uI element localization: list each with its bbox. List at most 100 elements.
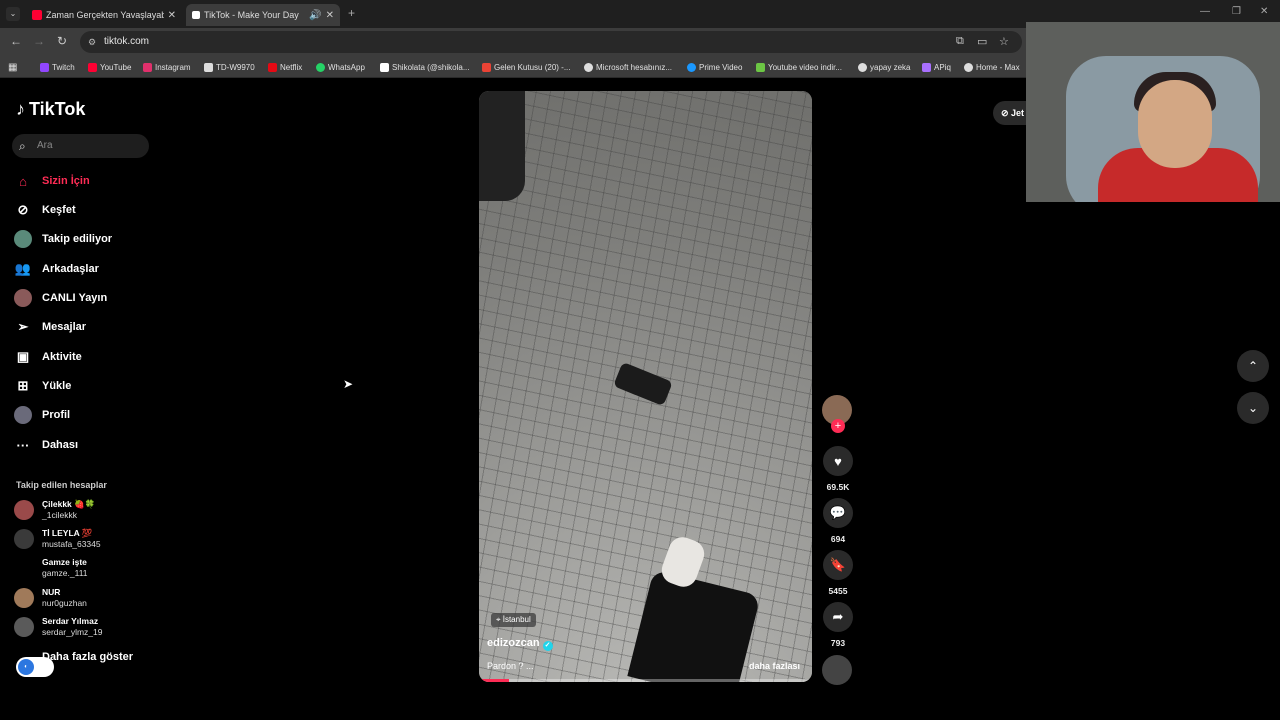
heart-icon[interactable]: ♥ bbox=[823, 446, 853, 476]
followed-account[interactable]: NUR nur0guzhan bbox=[14, 587, 87, 609]
bookmark-youtube[interactable]: YouTube bbox=[88, 56, 131, 78]
translate-icon[interactable]: ⧉ bbox=[956, 35, 964, 48]
sidebar-item-messages[interactable]: ➢ Mesajlar bbox=[14, 318, 86, 336]
video-progress[interactable] bbox=[479, 679, 812, 682]
account-name: Gamze işte bbox=[42, 557, 87, 567]
follow-plus-icon[interactable]: + bbox=[831, 419, 845, 433]
bookmark-label: APiq bbox=[934, 62, 951, 72]
followed-account[interactable]: Gamze işte gamze._111 bbox=[14, 557, 88, 579]
like-action[interactable]: ♥ 69.5K bbox=[822, 446, 854, 492]
avatar bbox=[14, 529, 34, 549]
tiktok-note-icon: ♪ bbox=[16, 99, 25, 119]
bookmark-home-max[interactable]: Home - Max bbox=[964, 56, 1020, 78]
followed-account[interactable]: Serdar Yılmaz serdar_ylmz_19 bbox=[14, 616, 102, 638]
minimize-icon[interactable]: — bbox=[1200, 6, 1210, 17]
sidebar-item-live[interactable]: CANLI Yayın bbox=[14, 289, 107, 307]
save-count: 5455 bbox=[828, 586, 848, 596]
account-username: _1cilekkk bbox=[42, 510, 77, 520]
bookmark-label: TD-W9970 bbox=[216, 62, 255, 72]
previous-video-button[interactable]: ⌃ bbox=[1237, 350, 1269, 382]
bookmark-label: yapay zeka bbox=[870, 62, 911, 72]
sidebar-item-explore[interactable]: ⊘ Keşfet bbox=[14, 201, 76, 219]
twitch-icon bbox=[40, 62, 49, 72]
sidebar-item-activity[interactable]: ▣ Aktivite bbox=[14, 348, 82, 366]
bookmark-gmail[interactable]: Gelen Kutusu (20) -... bbox=[482, 56, 570, 78]
close-tab-icon[interactable]: ✕ bbox=[326, 10, 334, 21]
following-avatar-icon bbox=[14, 230, 32, 248]
new-tab-icon[interactable]: + bbox=[348, 6, 355, 20]
account-username: gamze._111 bbox=[42, 568, 88, 578]
browser-tab-tiktok[interactable]: TikTok - Make Your Day 🔊 ✕ bbox=[186, 4, 340, 26]
avatar bbox=[14, 588, 34, 608]
forward-icon[interactable]: → bbox=[33, 34, 45, 48]
bookmark-youtube-indir[interactable]: Youtube video indir... bbox=[756, 56, 842, 78]
show-more-button[interactable]: Daha fazla göster bbox=[42, 651, 133, 663]
location-pin-icon: ⌖ bbox=[496, 615, 503, 624]
bookmark-shikolata[interactable]: Shikolata (@shikola... bbox=[380, 56, 470, 78]
share-icon[interactable]: ➦ bbox=[823, 602, 853, 632]
followed-account[interactable]: Çilekkk 🍓🍀 _1cilekkk bbox=[14, 499, 95, 521]
sidebar-item-label: CANLI Yayın bbox=[42, 292, 108, 304]
maximize-icon[interactable]: ❐ bbox=[1232, 6, 1241, 17]
logo-text: TikTok bbox=[29, 99, 86, 119]
close-tab-icon[interactable]: ✕ bbox=[168, 10, 176, 21]
next-video-button[interactable]: ⌄ bbox=[1237, 392, 1269, 424]
sound-disc-icon[interactable] bbox=[822, 655, 852, 685]
bookmark-label: Shikolata (@shikola... bbox=[392, 62, 470, 72]
bookmark-instagram[interactable]: Instagram bbox=[143, 56, 191, 78]
comment-count: 694 bbox=[830, 534, 846, 544]
bookmark-label: Microsoft hesabınız... bbox=[596, 62, 673, 72]
sidebar-item-upload[interactable]: ⊞ Yükle bbox=[14, 377, 72, 395]
reload-icon[interactable]: ↻ bbox=[57, 34, 67, 48]
tab-search-icon[interactable]: ⌄ bbox=[6, 7, 20, 21]
bookmark-twitch[interactable]: Twitch bbox=[40, 56, 75, 78]
tab-title: Zaman Gerçekten Yavaşlayabilir bbox=[46, 10, 164, 20]
browser-tab-youtube[interactable]: Zaman Gerçekten Yavaşlayabilir ✕ bbox=[26, 4, 182, 26]
video-player[interactable]: ⌖ İstanbul edizozcan ✓ Pardon ? ... daha … bbox=[479, 91, 812, 682]
save-action[interactable]: 🔖 5455 bbox=[822, 550, 854, 596]
cast-icon[interactable]: ▭ bbox=[977, 35, 987, 48]
address-bar[interactable]: ⚙ tiktok.com bbox=[80, 31, 1022, 53]
whatsapp-icon bbox=[316, 62, 325, 72]
progress-fill bbox=[479, 679, 509, 682]
search-input[interactable]: ⌕ Ara bbox=[12, 134, 149, 158]
ai-icon bbox=[858, 62, 867, 72]
sidebar-item-following[interactable]: Takip ediliyor bbox=[14, 230, 112, 248]
avatar bbox=[14, 558, 34, 578]
bookmark-td-w9970[interactable]: TD-W9970 bbox=[204, 56, 255, 78]
bookmark-label: Twitch bbox=[52, 62, 75, 72]
tiktok-logo[interactable]: ♪ TikTok bbox=[16, 99, 85, 120]
bookmark-microsoft[interactable]: Microsoft hesabınız... bbox=[584, 56, 672, 78]
followed-account[interactable]: Tİ LEYLA 💯 mustafa_63345 bbox=[14, 528, 101, 550]
youtube-icon bbox=[88, 62, 97, 72]
bookmark-whatsapp[interactable]: WhatsApp bbox=[316, 56, 365, 78]
back-icon[interactable]: ← bbox=[10, 34, 22, 48]
site-info-icon[interactable]: ⚙ bbox=[88, 31, 96, 53]
bookmark-label: Netflix bbox=[280, 62, 303, 72]
sidebar-item-profile[interactable]: Profil bbox=[14, 406, 70, 424]
comment-action[interactable]: 💬 694 bbox=[822, 498, 854, 544]
sidebar-item-more[interactable]: ··· Dahası bbox=[14, 436, 79, 454]
sidebar-item-label: Sizin İçin bbox=[42, 175, 90, 187]
bookmark-star-icon[interactable]: ☆ bbox=[999, 35, 1009, 48]
bookmark-icon[interactable]: 🔖 bbox=[823, 550, 853, 580]
download-icon bbox=[756, 62, 765, 72]
bookmark-yapay-zeka[interactable]: yapay zeka bbox=[858, 56, 910, 78]
sidebar-item-label: Takip ediliyor bbox=[42, 233, 113, 245]
see-more-link[interactable]: daha fazlası bbox=[749, 661, 800, 671]
theme-toggle[interactable]: ◐ bbox=[16, 657, 54, 677]
share-action[interactable]: ➦ 793 bbox=[822, 602, 854, 648]
close-window-icon[interactable]: ✕ bbox=[1260, 6, 1268, 17]
apps-grid-icon[interactable]: ▦ bbox=[8, 56, 17, 78]
compass-icon: ⊘ bbox=[17, 202, 29, 217]
sidebar-item-friends[interactable]: 👥 Arkadaşlar bbox=[14, 260, 99, 278]
bookmark-apiq[interactable]: APiq bbox=[922, 56, 951, 78]
location-tag[interactable]: ⌖ İstanbul bbox=[491, 613, 536, 627]
bookmark-prime-video[interactable]: Prime Video bbox=[687, 56, 742, 78]
sidebar-item-for-you[interactable]: ⌂ Sizin İçin bbox=[14, 172, 90, 190]
bookmark-netflix[interactable]: Netflix bbox=[268, 56, 302, 78]
video-author[interactable]: edizozcan ✓ bbox=[487, 637, 553, 651]
comment-icon[interactable]: 💬 bbox=[823, 498, 853, 528]
speaker-icon[interactable]: 🔊 bbox=[309, 10, 321, 21]
upload-icon: ⊞ bbox=[17, 378, 29, 393]
